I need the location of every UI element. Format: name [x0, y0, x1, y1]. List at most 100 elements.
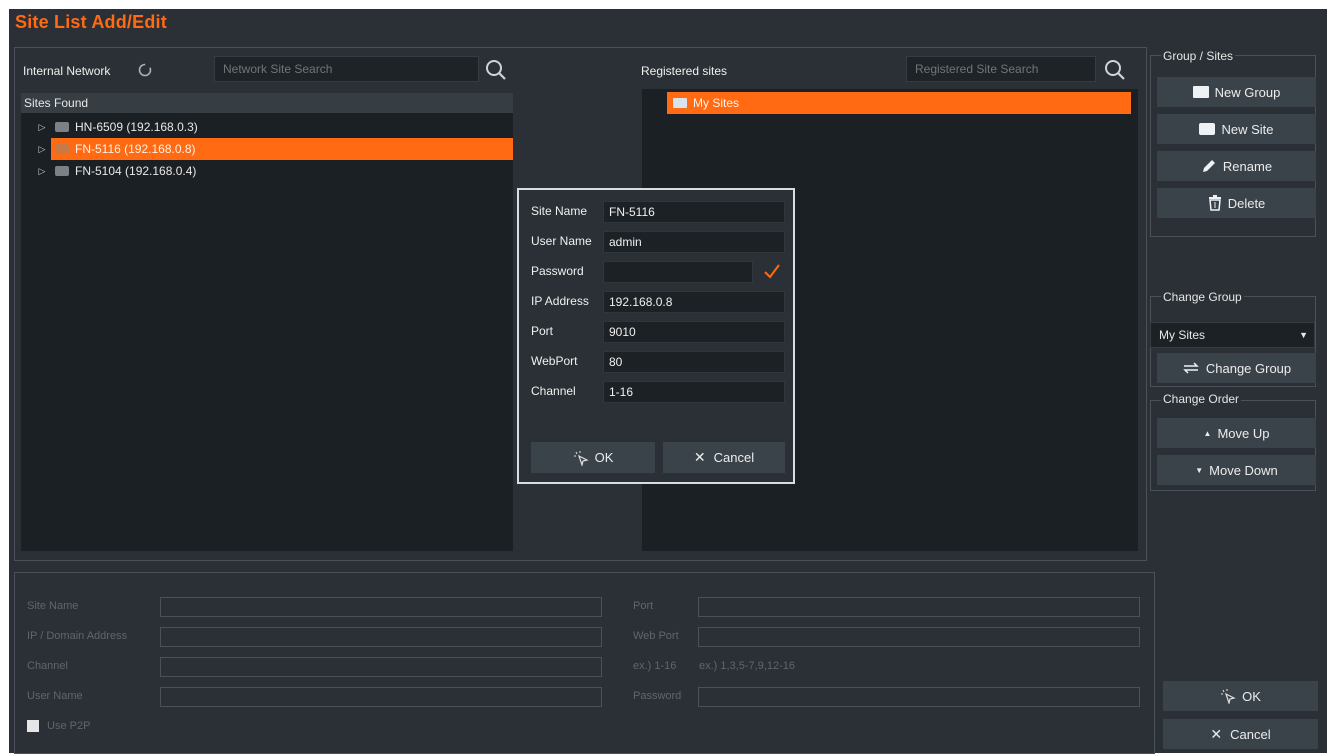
change-group-button[interactable]: Change Group: [1157, 353, 1316, 383]
ip-address-input[interactable]: 192.168.0.8: [603, 291, 785, 313]
cancel-label: Cancel: [1230, 726, 1271, 742]
move-up-label: Move Up: [1217, 425, 1270, 441]
form-channel-label: Channel: [27, 660, 68, 672]
webport-input[interactable]: 80: [603, 351, 785, 373]
internal-network-label: Internal Network: [23, 64, 111, 78]
dialog-ok-button[interactable]: OK: [531, 442, 655, 473]
ok-label: OK: [1242, 688, 1261, 704]
ok-button[interactable]: OK: [1163, 681, 1318, 711]
edit-site-dialog: Site Name FN-5116 User Name admin Passwo…: [517, 188, 795, 484]
close-icon: ✕: [693, 449, 706, 465]
expand-arrow-icon[interactable]: ▷: [33, 122, 51, 133]
rename-label: Rename: [1222, 158, 1273, 174]
use-p2p-label: Use P2P: [47, 720, 91, 732]
form-password-input[interactable]: [698, 687, 1140, 707]
dialog-cancel-button[interactable]: ✕ Cancel: [663, 442, 785, 473]
window-title: Site List Add/Edit: [15, 12, 167, 32]
site-item-label: FN-5116 (192.168.0.8): [75, 142, 196, 156]
delete-button[interactable]: Delete: [1157, 188, 1316, 218]
site-item-hn6509[interactable]: ▷ HN-6509 (192.168.0.3): [21, 116, 513, 138]
user-name-input[interactable]: admin: [603, 231, 785, 253]
pencil-icon: [1202, 160, 1215, 172]
device-icon: [1199, 123, 1216, 135]
site-item-fn5104[interactable]: ▷ FN-5104 (192.168.0.4): [21, 160, 513, 182]
password-label: Password: [531, 264, 584, 278]
new-group-button[interactable]: New Group: [1157, 77, 1316, 107]
group-item-label: My Sites: [693, 96, 740, 110]
group-select-value: My Sites: [1159, 328, 1206, 342]
triangle-up-icon: ▲: [1203, 428, 1212, 438]
port-input[interactable]: 9010: [603, 321, 785, 343]
site-item-label: FN-5104 (192.168.0.4): [75, 164, 197, 178]
form-ip-label: IP / Domain Address: [27, 630, 128, 642]
form-user-name-input[interactable]: [160, 687, 602, 707]
search-icon[interactable]: [485, 59, 507, 84]
sites-found-header: Sites Found: [21, 93, 513, 113]
device-icon: [55, 144, 69, 154]
search-icon[interactable]: [1104, 59, 1126, 84]
form-site-name-label: Site Name: [27, 600, 79, 612]
form-ip-input[interactable]: [160, 627, 602, 647]
folder-icon: [1192, 86, 1209, 98]
change-order-legend: Change Order: [1161, 392, 1242, 406]
site-item-fn5116[interactable]: ▷ FN-5116 (192.168.0.8): [21, 138, 513, 160]
triangle-down-icon: ▼: [1195, 465, 1204, 475]
chevron-down-icon: ▼: [1299, 330, 1308, 340]
refresh-icon[interactable]: [137, 62, 153, 78]
form-web-port-input[interactable]: [698, 627, 1140, 647]
move-down-button[interactable]: ▼ Move Down: [1157, 455, 1316, 485]
folder-icon: [673, 98, 687, 108]
use-p2p-checkbox[interactable]: [27, 720, 39, 732]
new-site-button[interactable]: New Site: [1157, 114, 1316, 144]
expand-arrow-icon[interactable]: ▷: [33, 144, 51, 155]
device-icon: [55, 166, 69, 176]
new-site-label: New Site: [1221, 121, 1274, 137]
site-name-input[interactable]: FN-5116: [603, 201, 785, 223]
form-web-port-label: Web Port: [633, 630, 679, 642]
ip-address-label: IP Address: [531, 294, 589, 308]
dialog-ok-label: OK: [594, 450, 614, 465]
channel-hint-list: ex.) 1,3,5-7,9,12-16: [699, 660, 796, 672]
rename-button[interactable]: Rename: [1157, 151, 1316, 181]
trash-icon: [1208, 195, 1221, 211]
form-port-label: Port: [633, 600, 654, 612]
user-name-label: User Name: [531, 234, 592, 248]
ok-cursor-icon: [1221, 689, 1236, 704]
registered-site-search-input[interactable]: Registered Site Search: [906, 56, 1096, 82]
channel-hint-range: ex.) 1-16: [633, 660, 677, 672]
expand-arrow-icon[interactable]: ▷: [33, 166, 51, 177]
move-down-label: Move Down: [1209, 462, 1278, 478]
site-list-window: Site List Add/Edit Internal Network Netw…: [9, 9, 1327, 754]
form-port-input[interactable]: [698, 597, 1140, 617]
delete-label: Delete: [1227, 195, 1266, 211]
cancel-button[interactable]: ✕ Cancel: [1163, 719, 1318, 749]
form-user-name-label: User Name: [27, 690, 83, 702]
checkmark-icon: [763, 263, 781, 282]
dialog-cancel-label: Cancel: [713, 450, 755, 465]
form-channel-input[interactable]: [160, 657, 602, 677]
group-item-my-sites[interactable]: My Sites: [667, 92, 1131, 114]
group-select[interactable]: My Sites ▼: [1150, 322, 1315, 348]
channel-input[interactable]: 1-16: [603, 381, 785, 403]
site-item-label: HN-6509 (192.168.0.3): [75, 120, 198, 134]
selected-site-highlight: FN-5116 (192.168.0.8): [51, 138, 513, 160]
port-label: Port: [531, 324, 554, 338]
webport-label: WebPort: [531, 354, 578, 368]
move-up-button[interactable]: ▲ Move Up: [1157, 418, 1316, 448]
device-icon: [55, 122, 69, 132]
site-name-label: Site Name: [531, 204, 588, 218]
network-site-search-input[interactable]: Network Site Search: [214, 56, 479, 82]
group-sites-legend: Group / Sites: [1161, 49, 1236, 63]
new-group-label: New Group: [1214, 84, 1281, 100]
password-input[interactable]: [603, 261, 753, 283]
sites-found-list: Sites Found ▷ HN-6509 (192.168.0.3) ▷ FN…: [21, 93, 513, 551]
close-icon: ✕: [1210, 725, 1223, 742]
swap-icon: [1183, 362, 1199, 374]
change-group-label: Change Group: [1205, 360, 1292, 376]
channel-label: Channel: [531, 384, 576, 398]
form-site-name-input[interactable]: [160, 597, 602, 617]
change-group-legend: Change Group: [1161, 290, 1244, 304]
form-password-label: Password: [633, 690, 682, 702]
registered-sites-label: Registered sites: [641, 64, 728, 78]
ok-cursor-icon: [573, 450, 589, 466]
